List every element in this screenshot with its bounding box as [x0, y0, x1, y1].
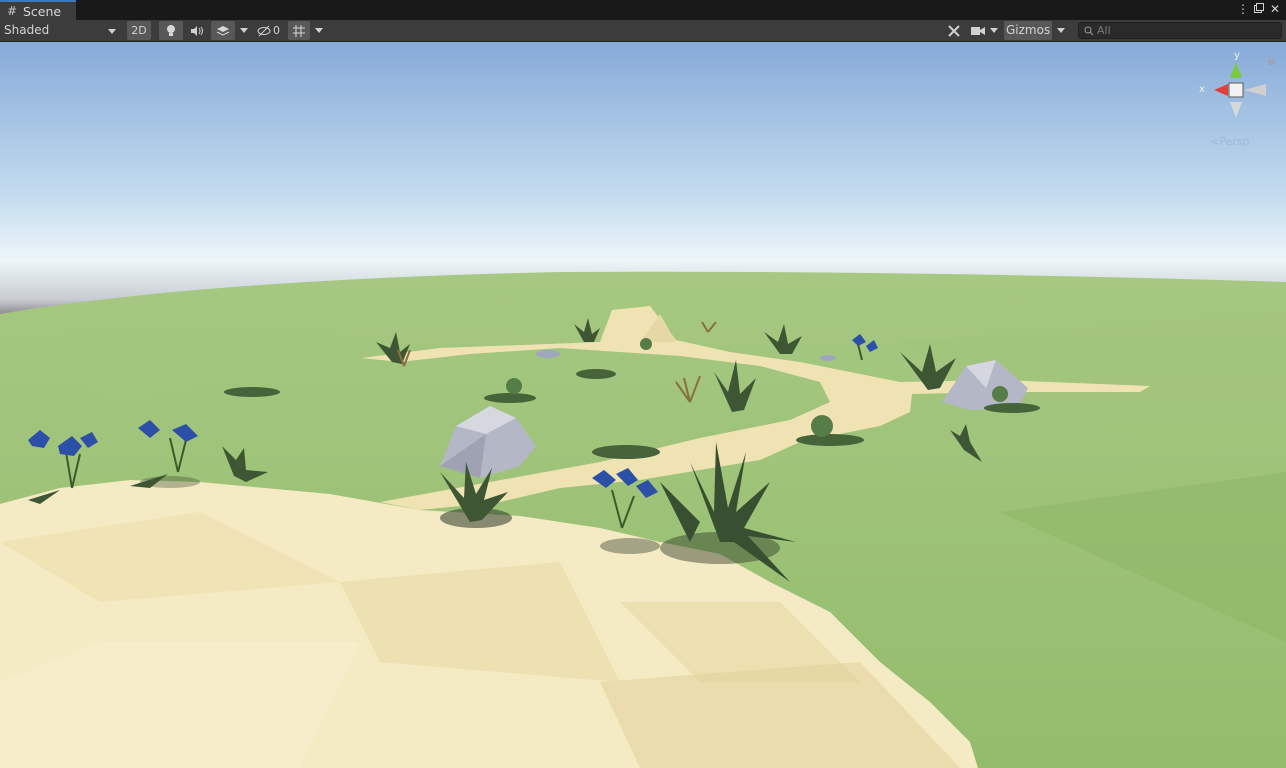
- chevron-down-icon: [240, 28, 248, 33]
- camera-dropdown[interactable]: [968, 21, 1002, 40]
- tab-scene[interactable]: # Scene: [0, 0, 76, 20]
- grid-toggle[interactable]: [288, 21, 310, 40]
- tools-toggle[interactable]: [944, 21, 964, 40]
- x-axis-label: x: [1199, 84, 1205, 95]
- tools-icon: [948, 25, 960, 37]
- effects-toggle[interactable]: [211, 21, 235, 40]
- audio-toggle[interactable]: [187, 21, 207, 40]
- chevron-down-icon: [108, 29, 116, 34]
- camera-icon: [971, 27, 985, 35]
- chevron-down-icon: [315, 28, 323, 33]
- tab-scene-label: Scene: [23, 4, 62, 19]
- search-icon: [1084, 26, 1094, 36]
- shading-mode-value: Shaded: [4, 23, 50, 37]
- chevron-down-icon: [990, 28, 998, 33]
- lightbulb-icon: [167, 25, 175, 36]
- effects-dropdown[interactable]: [236, 21, 252, 40]
- maximize-icon[interactable]: [1253, 2, 1265, 17]
- gizmos-dropdown[interactable]: [1053, 21, 1069, 40]
- search-placeholder: All: [1097, 24, 1111, 37]
- scene-viewport[interactable]: y x <Persp: [0, 42, 1286, 768]
- scene-render: [0, 42, 1286, 768]
- search-input[interactable]: All: [1078, 22, 1282, 39]
- grid-dropdown[interactable]: [311, 21, 327, 40]
- window-tab-bar: # Scene ⋮ ✕: [0, 0, 1286, 20]
- grid-icon: [293, 25, 305, 37]
- projection-label: Persp: [1219, 135, 1250, 148]
- gizmos-button[interactable]: Gizmos: [1004, 21, 1052, 40]
- close-icon[interactable]: ✕: [1270, 2, 1280, 16]
- hidden-objects-toggle[interactable]: 0: [254, 21, 284, 40]
- more-options-icon[interactable]: ⋮: [1237, 2, 1249, 16]
- shading-mode-dropdown[interactable]: Shaded: [0, 21, 120, 40]
- grid-hash-icon: #: [7, 4, 18, 18]
- mode-2d-button[interactable]: 2D: [127, 21, 151, 40]
- hidden-count: 0: [273, 24, 280, 37]
- scene-toolbar: Shaded 2D 0 Gizmos All: [0, 20, 1286, 42]
- projection-toggle[interactable]: <Persp: [1210, 135, 1249, 148]
- layers-effects-icon: [216, 26, 230, 36]
- eye-slash-icon: [257, 25, 271, 37]
- speaker-icon: [191, 26, 203, 36]
- chevron-down-icon: [1057, 28, 1065, 33]
- y-axis-label: y: [1234, 50, 1240, 61]
- persp-arrow-icon: <: [1210, 135, 1220, 148]
- lock-icon[interactable]: [1267, 56, 1275, 66]
- lighting-toggle[interactable]: [159, 21, 183, 40]
- axis-gizmo-icon: [1214, 62, 1266, 118]
